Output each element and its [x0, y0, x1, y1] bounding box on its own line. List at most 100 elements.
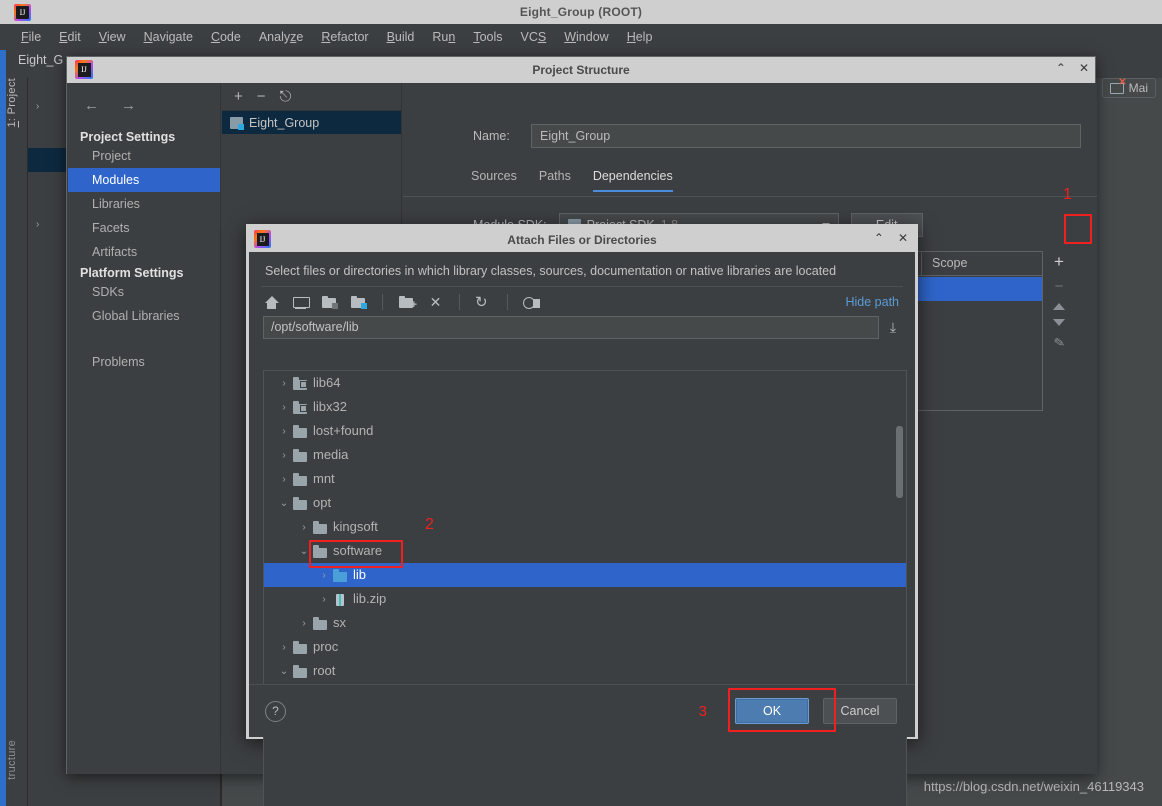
chevron-right-icon[interactable]: › [316, 570, 332, 581]
nav-forward-icon[interactable]: → [121, 97, 136, 114]
dependencies-side-toolbar: + − ✎ [1045, 251, 1073, 411]
edit-dependency-icon[interactable]: ✎ [1052, 334, 1066, 352]
menu-navigate[interactable]: Navigate [135, 27, 202, 47]
module-list-item[interactable]: Eight_Group [222, 111, 401, 134]
close-icon[interactable]: ✕ [898, 231, 908, 245]
show-hidden-files-icon[interactable] [523, 295, 540, 310]
chevron-down-icon[interactable]: ⌄ [276, 498, 292, 509]
intellij-logo-icon: IJ [14, 4, 31, 21]
file-tree[interactable]: › lib64 › libx32 › lost+found › media › mnt ⌄ opt › k… [263, 370, 907, 806]
project-tree-node[interactable]: › [36, 218, 39, 230]
menu-help[interactable]: Help [618, 27, 662, 47]
file-tree-row[interactable]: ⌄ root [264, 659, 906, 683]
desktop-icon[interactable] [292, 295, 310, 310]
module-folder-icon[interactable] [350, 295, 367, 310]
menu-run[interactable]: Run [423, 27, 464, 47]
tab-paths[interactable]: Paths [539, 169, 571, 192]
sidebar-item-facets[interactable]: Facets [68, 216, 220, 240]
chevron-down-icon[interactable]: ⌄ [276, 666, 292, 677]
chevron-right-icon[interactable]: › [276, 450, 292, 461]
tool-window-tab-project[interactable]: 1: Project [6, 78, 18, 127]
tool-window-tab-structure[interactable]: tructure [6, 740, 18, 780]
tab-dependencies[interactable]: Dependencies [592, 169, 673, 192]
file-tree-row[interactable]: › proc [264, 635, 906, 659]
file-tree-row[interactable]: › sx [264, 611, 906, 635]
remove-module-button[interactable]: − [257, 89, 266, 104]
settings-nav-panel: ← → Project Settings Project Modules Lib… [68, 83, 221, 774]
chevron-right-icon[interactable]: › [296, 522, 312, 533]
project-tree-selected-node[interactable] [28, 148, 66, 172]
file-tree-row[interactable]: › lib.zip [264, 587, 906, 611]
file-tree-row[interactable]: › mnt [264, 467, 906, 491]
sidebar-item-modules[interactable]: Modules [68, 168, 220, 192]
file-tree-scrollbar[interactable] [896, 426, 903, 498]
sidebar-item-global-libraries[interactable]: Global Libraries [68, 304, 220, 328]
tab-sources[interactable]: Sources [471, 169, 517, 192]
file-tree-row[interactable]: › media [264, 443, 906, 467]
hide-path-link[interactable]: Hide path [845, 295, 899, 309]
file-tree-label: sx [333, 615, 346, 630]
run-configuration-selector[interactable]: Mai [1101, 77, 1156, 98]
remove-dependency-button[interactable]: − [1055, 279, 1064, 294]
ide-titlebar: IJ Eight_Group (ROOT) [0, 0, 1162, 24]
delete-icon[interactable]: ✕ [427, 294, 444, 310]
file-tree-row[interactable]: › libx32 [264, 395, 906, 419]
file-tree-row[interactable]: › lost+found [264, 419, 906, 443]
path-input[interactable]: /opt/software/lib [263, 316, 879, 339]
new-folder-icon[interactable]: + [398, 295, 417, 310]
sidebar-item-artifacts[interactable]: Artifacts [68, 240, 220, 264]
minimize-icon[interactable]: ⌃ [874, 231, 884, 245]
chevron-right-icon[interactable]: › [296, 618, 312, 629]
add-dependency-button[interactable]: + [1054, 253, 1064, 270]
chevron-right-icon[interactable]: › [276, 402, 292, 413]
file-tree-row[interactable]: › lib64 [264, 371, 906, 395]
home-icon[interactable] [263, 295, 280, 310]
menu-vcs[interactable]: VCS [512, 27, 556, 47]
nav-back-icon[interactable]: ← [84, 97, 99, 114]
file-tree-label: opt [313, 495, 332, 510]
path-row: /opt/software/lib ⤓ [249, 316, 915, 347]
menu-window[interactable]: Window [555, 27, 617, 47]
file-tree-row[interactable]: › kingsoft [264, 515, 906, 539]
module-name-input[interactable]: Eight_Group [531, 124, 1081, 148]
name-field-label: Name: [473, 129, 510, 143]
chevron-right-icon[interactable]: › [316, 594, 332, 605]
chevron-right-icon[interactable]: › [276, 474, 292, 485]
menu-code[interactable]: Code [202, 27, 250, 47]
move-down-icon[interactable] [1053, 319, 1065, 326]
chevron-right-icon[interactable]: › [276, 642, 292, 653]
menu-file[interactable]: File [12, 27, 50, 47]
project-tree-node[interactable]: › [36, 100, 39, 112]
copy-module-button[interactable]: ⎋ [280, 89, 292, 104]
toolbar-divider [507, 294, 508, 310]
help-button[interactable]: ? [265, 700, 286, 722]
chevron-right-icon[interactable]: › [276, 426, 292, 437]
screen-root: IJ Eight_Group (ROOT) File Edit View Nav… [0, 0, 1162, 806]
close-icon[interactable]: ✕ [1079, 61, 1089, 75]
refresh-icon[interactable]: ↻ [475, 295, 492, 310]
sidebar-item-libraries[interactable]: Libraries [68, 192, 220, 216]
chevron-right-icon[interactable]: › [276, 378, 292, 389]
module-name-label: Eight_Group [249, 115, 320, 130]
download-icon[interactable]: ⤓ [885, 319, 901, 336]
attach-dialog-title: Attach Files or Directories [507, 232, 657, 247]
file-tree-label: proc [313, 639, 339, 654]
menu-build[interactable]: Build [378, 27, 424, 47]
file-tree-label: kingsoft [333, 519, 378, 534]
sidebar-item-sdks[interactable]: SDKs [68, 280, 220, 304]
editor-tab-label[interactable]: Eight_G [18, 53, 63, 67]
menu-refactor[interactable]: Refactor [312, 27, 377, 47]
file-tree-label: lost+found [313, 423, 374, 438]
file-chooser-toolbar: + ✕ ↻ Hide path [249, 287, 915, 316]
sidebar-item-problems[interactable]: Problems [68, 350, 220, 374]
menu-edit[interactable]: Edit [50, 27, 90, 47]
file-tree-row[interactable]: ⌄ opt [264, 491, 906, 515]
minimize-icon[interactable]: ⌃ [1056, 61, 1066, 75]
menu-analyze[interactable]: Analyze [250, 27, 312, 47]
menu-view[interactable]: View [90, 27, 135, 47]
move-up-icon[interactable] [1053, 303, 1065, 310]
add-module-button[interactable]: + [234, 89, 243, 104]
project-folder-icon[interactable] [321, 295, 338, 310]
menu-tools[interactable]: Tools [464, 27, 511, 47]
sidebar-item-project[interactable]: Project [68, 144, 220, 168]
